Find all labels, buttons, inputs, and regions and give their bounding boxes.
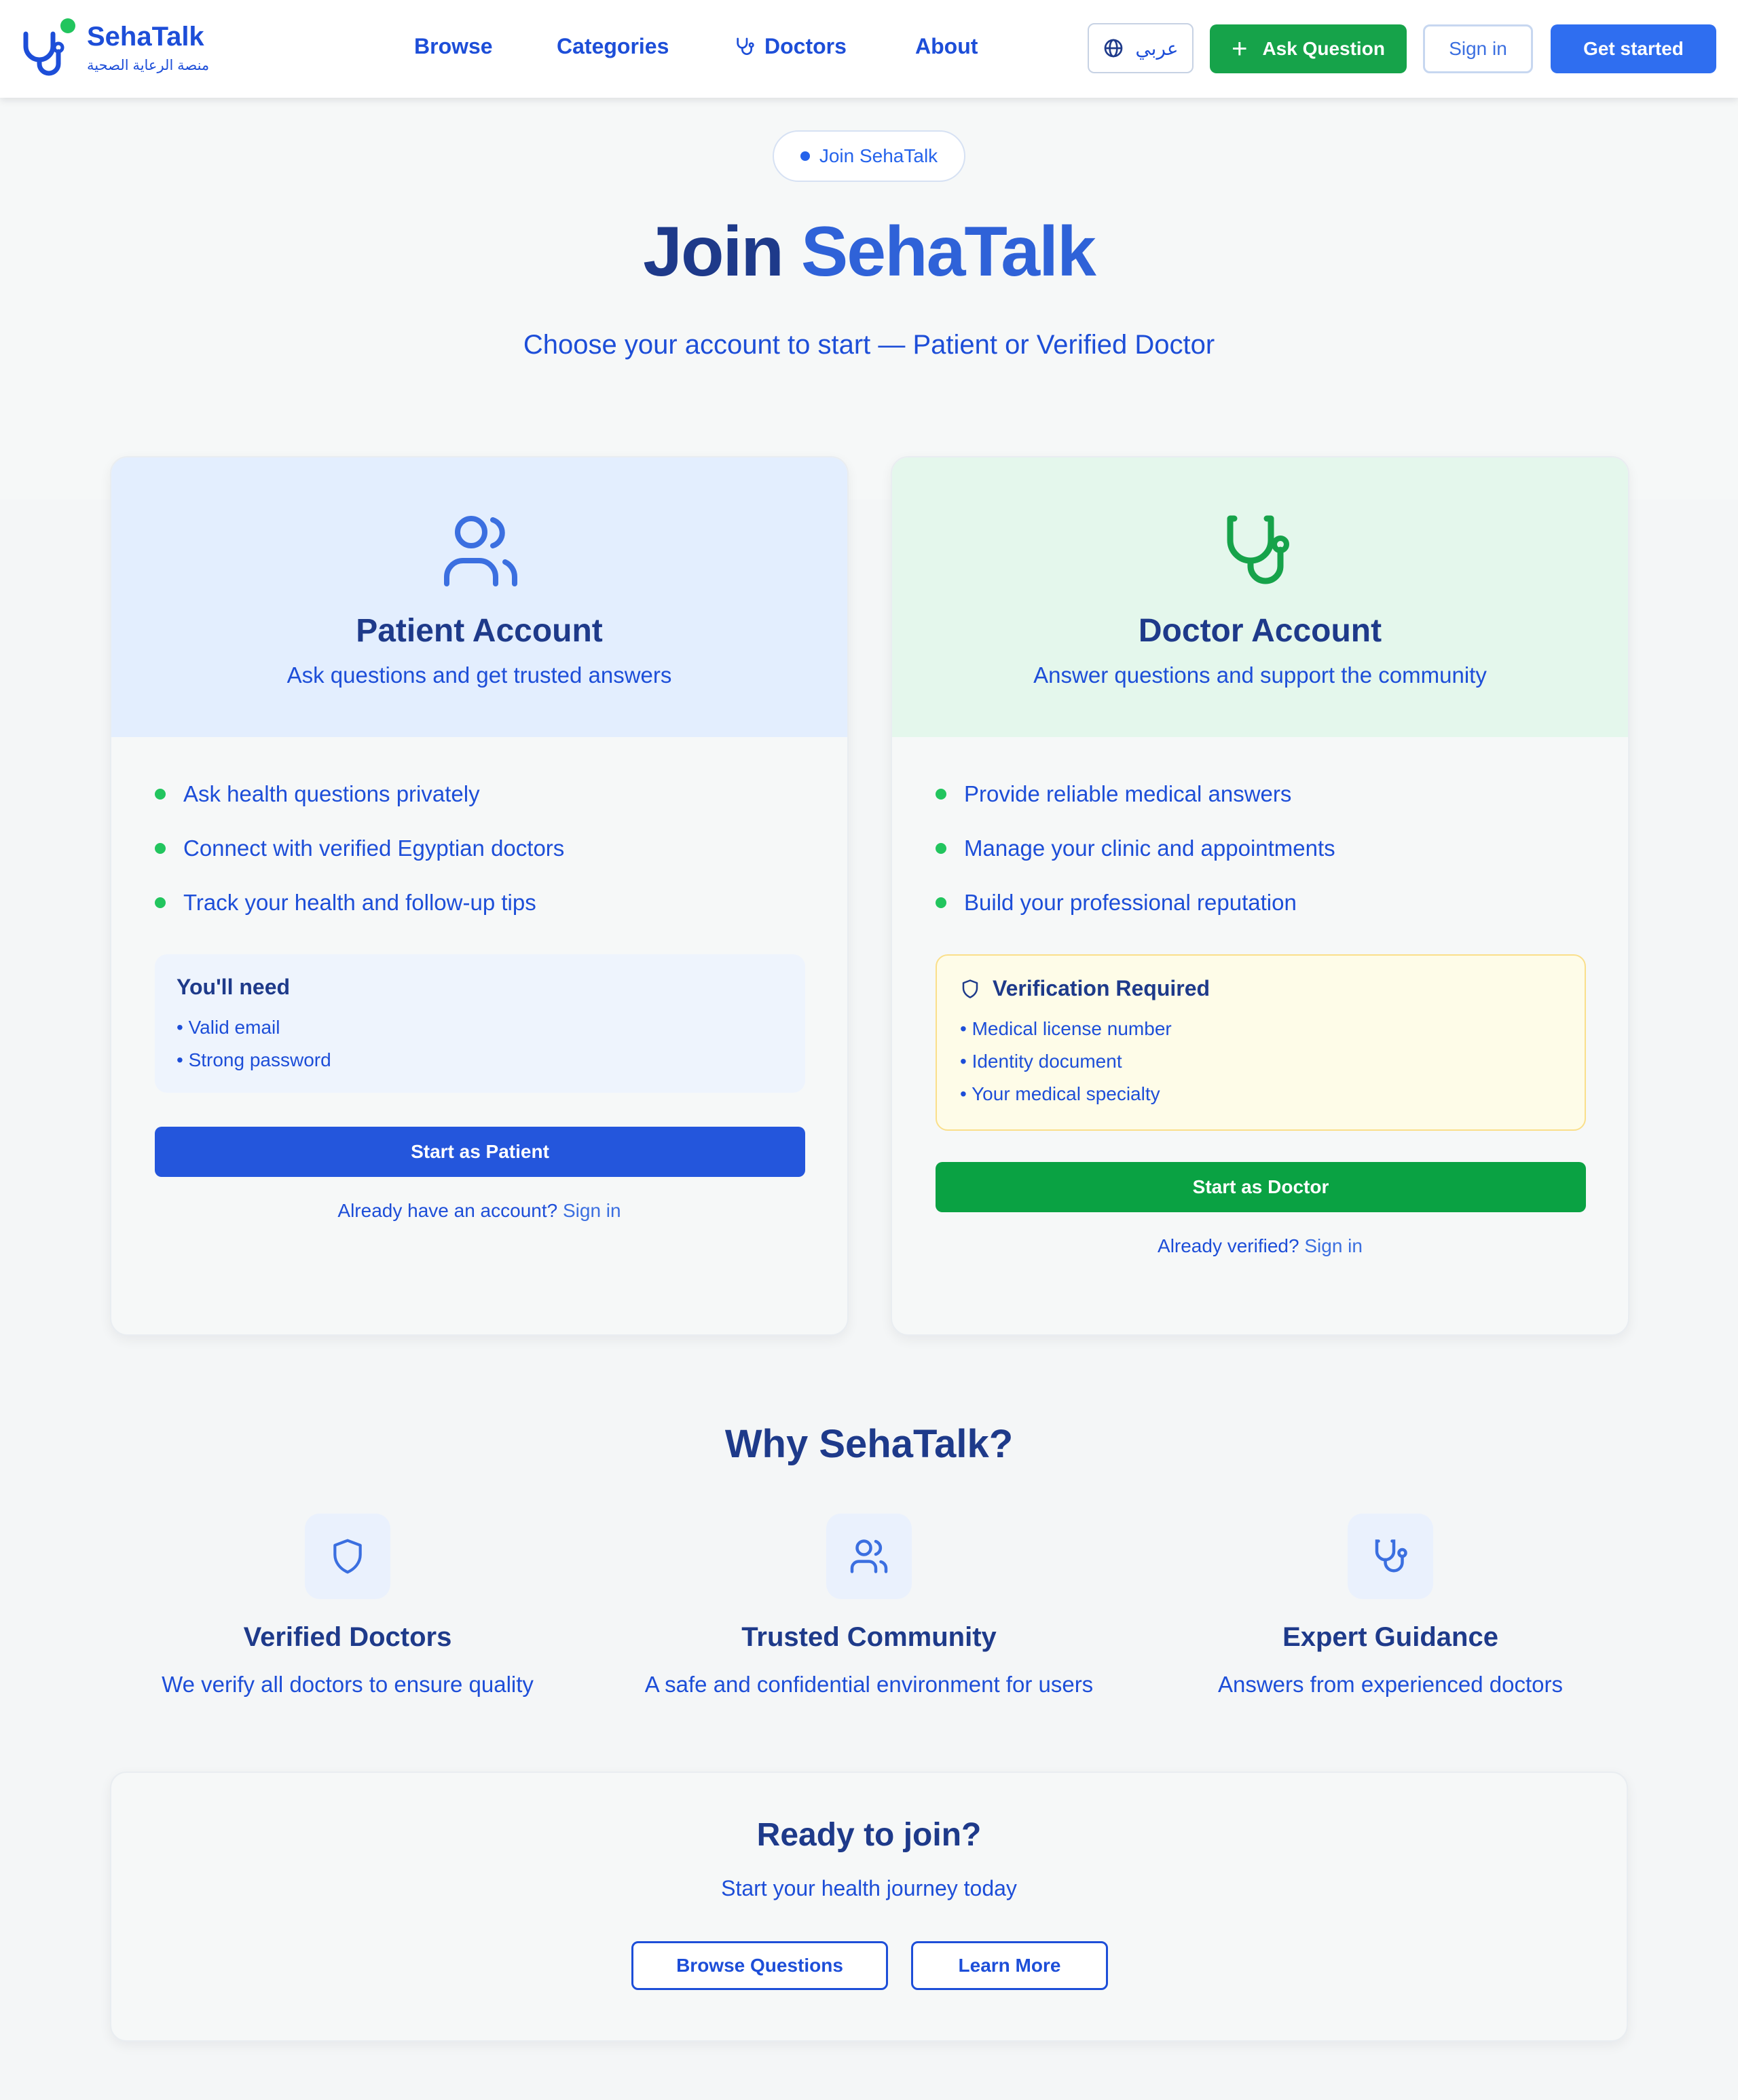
verification-title: Verification Required (960, 976, 1210, 1001)
plus-icon: + (1232, 34, 1248, 64)
users-icon (850, 1539, 888, 1573)
globe-icon (1105, 39, 1123, 58)
verification-item: • Medical license number (960, 1018, 1172, 1039)
bullet-dot (936, 843, 946, 854)
list-item: Track your health and follow-up tips (155, 889, 564, 943)
verification-item: • Identity document (960, 1051, 1122, 1072)
ready-to-join-card: Ready to join? Start your health journey… (110, 1771, 1628, 2042)
feature-text: Build your professional reputation (964, 890, 1297, 915)
nav-about[interactable]: About (915, 34, 978, 59)
nav-doctors[interactable]: Doctors (733, 34, 847, 59)
ask-question-button[interactable]: + Ask Question (1210, 24, 1407, 73)
shield-icon (333, 1539, 362, 1574)
badge-label: Join SehaTalk (819, 145, 938, 166)
feature-trusted-community: Trusted Community A safe and confidentia… (625, 1514, 1113, 1698)
list-item: Connect with verified Egyptian doctors (155, 835, 564, 889)
bullet-dot (936, 789, 946, 800)
stethoscope-icon (1375, 1539, 1407, 1573)
bullet-dot (155, 897, 166, 908)
sign-in-button[interactable]: Sign in (1423, 24, 1533, 73)
ready-title: Ready to join? (756, 1817, 982, 1853)
title-part-1: Join (643, 212, 784, 291)
list-item: Build your professional reputation (936, 889, 1335, 943)
signin-prompt-text: Already verified? (1158, 1235, 1299, 1256)
ask-question-label: Ask Question (1262, 38, 1385, 59)
verification-box: Verification Required • Medical license … (936, 954, 1586, 1131)
language-label: عربي (1135, 37, 1179, 59)
brand-subtitle: منصة الرعاية الصحية (87, 58, 210, 73)
users-icon (444, 516, 518, 586)
why-section-title: Why SehaTalk? (724, 1422, 1014, 1466)
feature-expert-guidance: Expert Guidance Answers from experienced… (1146, 1514, 1635, 1698)
get-started-button[interactable]: Get started (1551, 24, 1716, 73)
feature-icon-tile (1348, 1514, 1433, 1599)
verification-title-text: Verification Required (993, 976, 1210, 1000)
list-item: Manage your clinic and appointments (936, 835, 1335, 889)
patient-account-card: Patient Account Ask questions and get tr… (110, 456, 849, 1336)
brand-name: SehaTalk (87, 22, 204, 52)
patient-signin-link[interactable]: Sign in (563, 1200, 621, 1221)
feature-description: Answers from experienced doctors (1217, 1672, 1564, 1697)
page-title: Join SehaTalk (0, 212, 1738, 293)
bullet-dot (155, 789, 166, 800)
requirement-item: • Valid email (177, 1017, 280, 1038)
feature-title: Expert Guidance (1282, 1622, 1498, 1652)
shield-icon (962, 979, 978, 998)
requirements-box: You'll need • Valid email • Strong passw… (155, 954, 805, 1093)
list-item: Provide reliable medical answers (936, 781, 1335, 835)
doctor-feature-list: Provide reliable medical answers Manage … (936, 781, 1335, 943)
feature-text: Track your health and follow-up tips (183, 890, 536, 915)
stethoscope-icon (1227, 515, 1289, 584)
feature-title: Trusted Community (741, 1622, 997, 1652)
top-navbar: SehaTalk منصة الرعاية الصحية Browse Cate… (0, 0, 1738, 98)
logo[interactable]: SehaTalk منصة الرعاية الصحية (22, 16, 225, 77)
doctor-account-card: Doctor Account Answer questions and supp… (891, 456, 1629, 1336)
patient-signin-prompt: Already have an account? Sign in (111, 1200, 847, 1222)
feature-text: Manage your clinic and appointments (964, 836, 1335, 861)
doctor-signin-link[interactable]: Sign in (1304, 1235, 1363, 1256)
doctor-signin-prompt: Already verified? Sign in (892, 1235, 1628, 1257)
bullet-dot (936, 897, 946, 908)
browse-questions-button[interactable]: Browse Questions (631, 1941, 888, 1990)
feature-verified-doctors: Verified Doctors We verify all doctors t… (103, 1514, 592, 1698)
feature-description: We verify all doctors to ensure quality (162, 1672, 534, 1697)
start-as-patient-button[interactable]: Start as Patient (155, 1127, 805, 1177)
doctor-card-description: Answer questions and support the communi… (1033, 662, 1487, 688)
feature-icon-tile (826, 1514, 912, 1599)
feature-text: Provide reliable medical answers (964, 781, 1292, 806)
feature-text: Ask health questions privately (183, 781, 480, 806)
ready-subtitle: Start your health journey today (721, 1876, 1017, 1900)
nav-doctors-label: Doctors (764, 34, 847, 58)
feature-title: Verified Doctors (243, 1622, 452, 1652)
patient-card-description: Ask questions and get trusted answers (286, 662, 672, 688)
title-part-2: SehaTalk (800, 212, 1096, 291)
signin-prompt-text: Already have an account? (337, 1200, 558, 1221)
patient-card-header: Patient Account Ask questions and get tr… (111, 457, 847, 737)
patient-card-title: Patient Account (356, 613, 603, 649)
patient-feature-list: Ask health questions privately Connect w… (155, 781, 564, 943)
learn-more-button[interactable]: Learn More (911, 1941, 1108, 1990)
nav-categories[interactable]: Categories (557, 34, 669, 59)
language-toggle-button[interactable]: عربي (1088, 23, 1194, 73)
stethoscope-logo-icon (23, 18, 75, 76)
join-badge: Join SehaTalk (773, 130, 965, 182)
stethoscope-icon (737, 37, 754, 55)
bullet-dot (155, 843, 166, 854)
feature-text: Connect with verified Egyptian doctors (183, 836, 565, 861)
verification-item: • Your medical specialty (960, 1083, 1160, 1104)
nav-browse[interactable]: Browse (414, 34, 493, 59)
feature-icon-tile (305, 1514, 390, 1599)
feature-description: A safe and confidential environment for … (644, 1672, 1094, 1697)
requirements-title: You'll need (177, 975, 291, 999)
start-as-doctor-button[interactable]: Start as Doctor (936, 1162, 1586, 1212)
doctor-card-title: Doctor Account (1138, 613, 1382, 649)
requirement-item: • Strong password (177, 1049, 331, 1070)
doctor-card-header: Doctor Account Answer questions and supp… (892, 457, 1628, 737)
page-subtitle: Choose your account to start — Patient o… (523, 330, 1215, 360)
list-item: Ask health questions privately (155, 781, 564, 835)
badge-dot (800, 151, 810, 161)
